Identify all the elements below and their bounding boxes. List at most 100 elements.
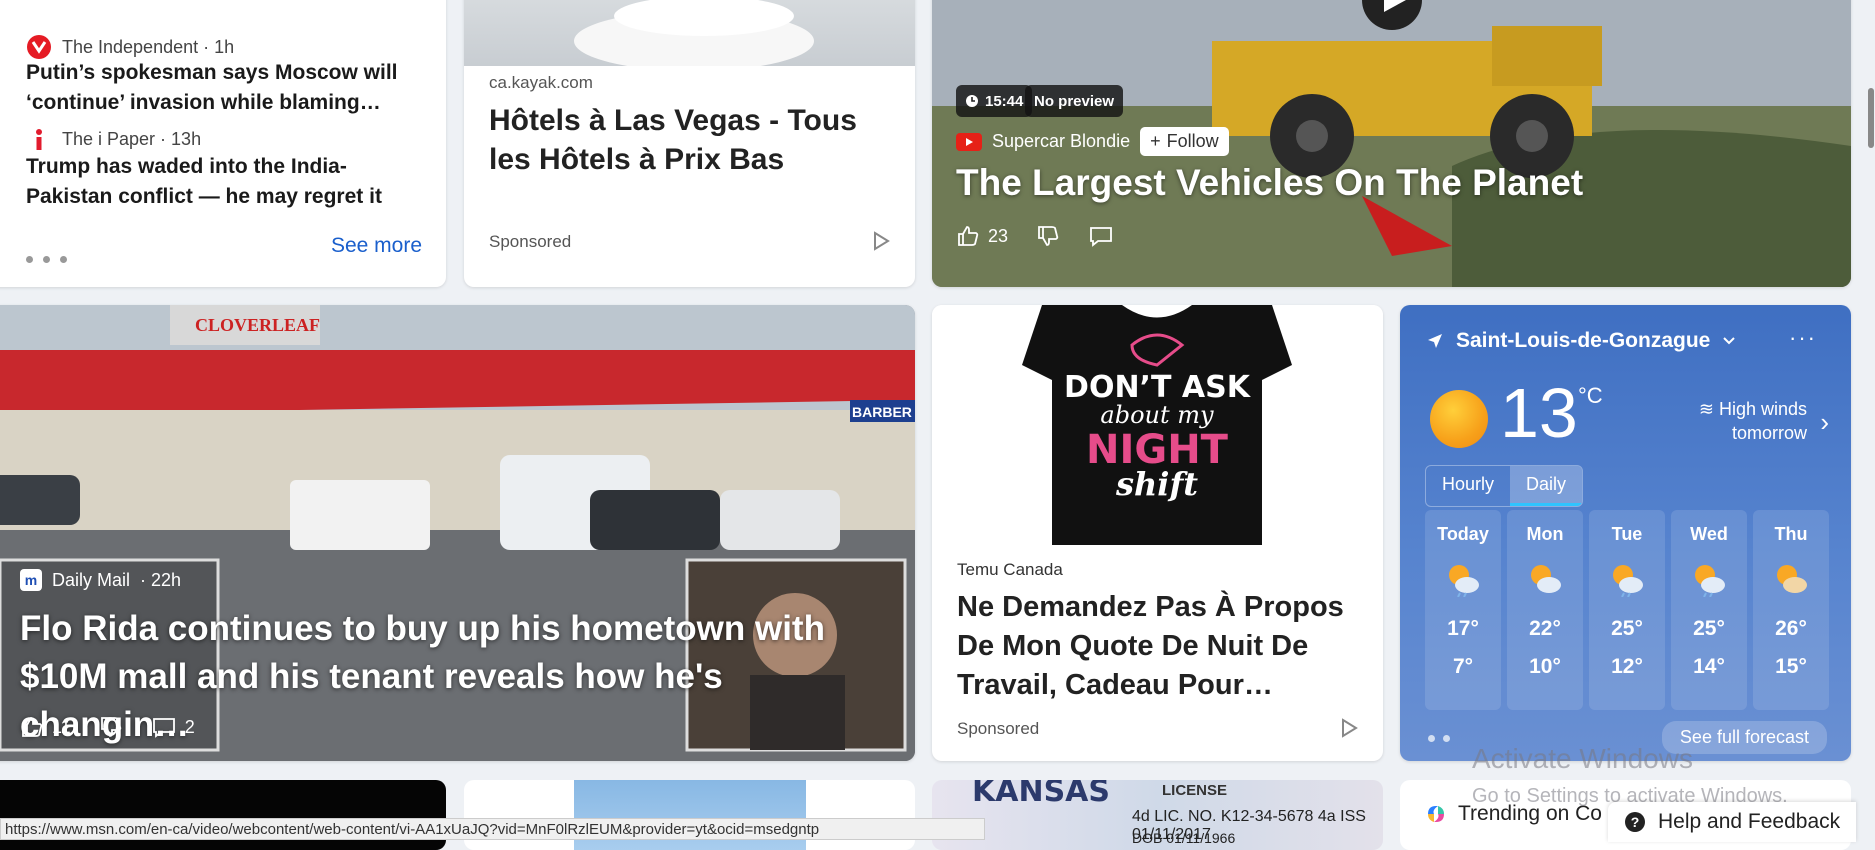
weather-location-selector[interactable]: Saint-Louis-de-Gonzague — [1426, 329, 1736, 353]
wind-icon: ≋ — [1698, 399, 1719, 419]
reaction-bar: 11 2 — [20, 715, 195, 739]
weather-alert-line: High winds — [1718, 399, 1807, 419]
video-card[interactable]: 15:44 No preview Supercar Blondie + Foll… — [932, 0, 1851, 287]
day-high: 26° — [1775, 617, 1807, 640]
flo-rida-story-card[interactable]: CLOVERLEAF BARBER m Daily Mail · 22h Flo… — [0, 305, 915, 761]
thumbs-up-icon — [958, 226, 979, 246]
tab-daily[interactable]: Daily — [1510, 466, 1583, 506]
i-paper-logo-icon — [36, 129, 42, 150]
thumbs-down-icon — [1038, 226, 1059, 246]
day-high: 25° — [1693, 617, 1725, 640]
forecast-day[interactable]: Thu 26° 15° — [1753, 510, 1829, 710]
no-preview-badge: No preview — [1025, 85, 1124, 117]
tab-hourly[interactable]: Hourly — [1426, 466, 1510, 506]
copilot-icon — [1428, 806, 1444, 822]
news-source-row[interactable]: The i Paper · 13h — [26, 126, 201, 152]
forecast-day[interactable]: Tue 25° 12° — [1589, 510, 1665, 710]
like-button[interactable]: 23 — [956, 224, 1008, 248]
news-headline[interactable]: Trump has waded into the India-Pakistan … — [26, 152, 426, 212]
shirt-text-line: about my — [1100, 401, 1214, 429]
day-name: Wed — [1690, 524, 1728, 544]
sponsored-label: Sponsored — [489, 232, 572, 251]
activate-windows-title: Activate Windows — [1472, 743, 1693, 774]
day-low: 15° — [1775, 655, 1807, 678]
news-headline[interactable]: Putin’s spokesman says Moscow will ‘cont… — [26, 58, 426, 118]
sunny-icon — [1430, 390, 1488, 448]
status-bar-url: https://www.msn.com/en-ca/video/webconte… — [0, 818, 985, 840]
see-more-link[interactable]: See more — [331, 234, 422, 258]
video-title[interactable]: The Largest Vehicles On The Planet — [956, 162, 1583, 204]
like-button[interactable]: 11 — [20, 715, 71, 739]
location-arrow-icon — [1428, 334, 1442, 348]
video-source-row: Supercar Blondie + Follow — [956, 127, 1229, 156]
license-line: DOB 01/11/1966 — [1132, 830, 1236, 846]
tshirt-image: DON’T ASK about my NIGHT shift — [932, 305, 1383, 545]
ad-domain: Temu Canada — [957, 560, 1063, 579]
comment-icon — [152, 718, 175, 738]
comment-button[interactable]: 2 — [151, 715, 195, 739]
independent-logo-icon — [27, 35, 51, 59]
video-duration: 15:44 — [985, 92, 1024, 110]
like-count: 23 — [988, 225, 1009, 246]
day-low: 12° — [1611, 655, 1643, 678]
help-label: Help and Feedback — [1658, 810, 1841, 833]
story-source: Daily Mail — [52, 569, 131, 590]
chevron-right-icon[interactable]: › — [1820, 407, 1829, 438]
follow-button[interactable]: + Follow — [1140, 127, 1229, 156]
help-and-feedback-button[interactable]: ? Help and Feedback — [1608, 802, 1857, 842]
help-icon: ? — [1625, 812, 1645, 832]
day-name: Mon — [1526, 524, 1564, 544]
partly-cloudy-icon — [1777, 565, 1807, 593]
temperature-unit[interactable]: °C — [1578, 383, 1603, 409]
ad-choices-icon[interactable] — [870, 230, 892, 252]
scrollbar[interactable] — [1868, 88, 1874, 148]
plus-icon: + — [1150, 131, 1161, 151]
partly-sunny-rain-icon — [1613, 565, 1643, 597]
thumbs-up-icon — [22, 717, 43, 737]
day-name: Tue — [1611, 524, 1643, 544]
carousel-dots[interactable] — [26, 256, 67, 263]
towels-image — [464, 0, 915, 66]
day-high: 17° — [1447, 617, 1479, 640]
daily-mail-logo-icon: m — [20, 569, 42, 591]
sponsored-label: Sponsored — [957, 719, 1040, 738]
forecast-day[interactable]: Mon 22° 10° — [1507, 510, 1583, 710]
thumbs-down-icon — [100, 717, 121, 737]
weather-location: Saint-Louis-de-Gonzague — [1456, 329, 1711, 352]
license-story-card[interactable]: KANSAS LICENSE 4d LIC. NO. K12-34-5678 4… — [932, 780, 1383, 850]
ad-choices-icon[interactable] — [1338, 717, 1360, 739]
license-text: LICENSE — [1162, 782, 1228, 799]
ad-title[interactable]: Hôtels à Las Vegas - Tous les Hôtels à P… — [489, 101, 899, 179]
forecast-day[interactable]: Wed 25° 14° — [1671, 510, 1747, 710]
more-options-icon[interactable]: ··· — [1789, 325, 1817, 351]
reaction-bar: 23 — [956, 224, 1114, 248]
news-source-label: The i Paper · 13h — [62, 128, 202, 149]
day-low: 14° — [1693, 655, 1725, 678]
follow-label: Follow — [1166, 131, 1219, 151]
ad-domain: ca.kayak.com — [489, 73, 593, 92]
forecast-day[interactable]: Today 17° 7° — [1425, 510, 1501, 710]
forecast-tabs: Hourly Daily — [1425, 465, 1584, 507]
day-name: Today — [1437, 524, 1489, 544]
day-name: Thu — [1774, 524, 1808, 544]
day-low: 10° — [1529, 655, 1561, 678]
kayak-ad-card[interactable]: ca.kayak.com Hôtels à Las Vegas - Tous l… — [464, 0, 915, 287]
temu-ad-card[interactable]: DON’T ASK about my NIGHT shift Temu Cana… — [932, 305, 1383, 761]
current-temperature: 13 — [1500, 374, 1578, 452]
like-count: 11 — [52, 716, 71, 737]
comment-count: 2 — [184, 716, 195, 737]
ad-title[interactable]: Ne Demandez Pas À Propos De Mon Quote De… — [957, 588, 1357, 705]
story-source-row[interactable]: m Daily Mail · 22h — [20, 569, 181, 591]
dislike-button[interactable] — [99, 715, 123, 739]
barber-sign-text: BARBER — [852, 404, 912, 420]
weather-alert[interactable]: ≋ High winds tomorrow — [1699, 397, 1807, 445]
partly-sunny-rain-icon — [1695, 565, 1725, 597]
news-source-row[interactable]: The Independent · 1h — [26, 34, 234, 60]
comment-icon — [1090, 227, 1112, 247]
video-source-label[interactable]: Supercar Blondie — [992, 131, 1130, 152]
comment-button[interactable] — [1088, 224, 1114, 248]
shirt-text-line: DON’T ASK — [1064, 370, 1252, 405]
day-high: 22° — [1529, 617, 1561, 640]
carousel-dots[interactable] — [1428, 735, 1450, 742]
dislike-button[interactable] — [1036, 224, 1060, 248]
